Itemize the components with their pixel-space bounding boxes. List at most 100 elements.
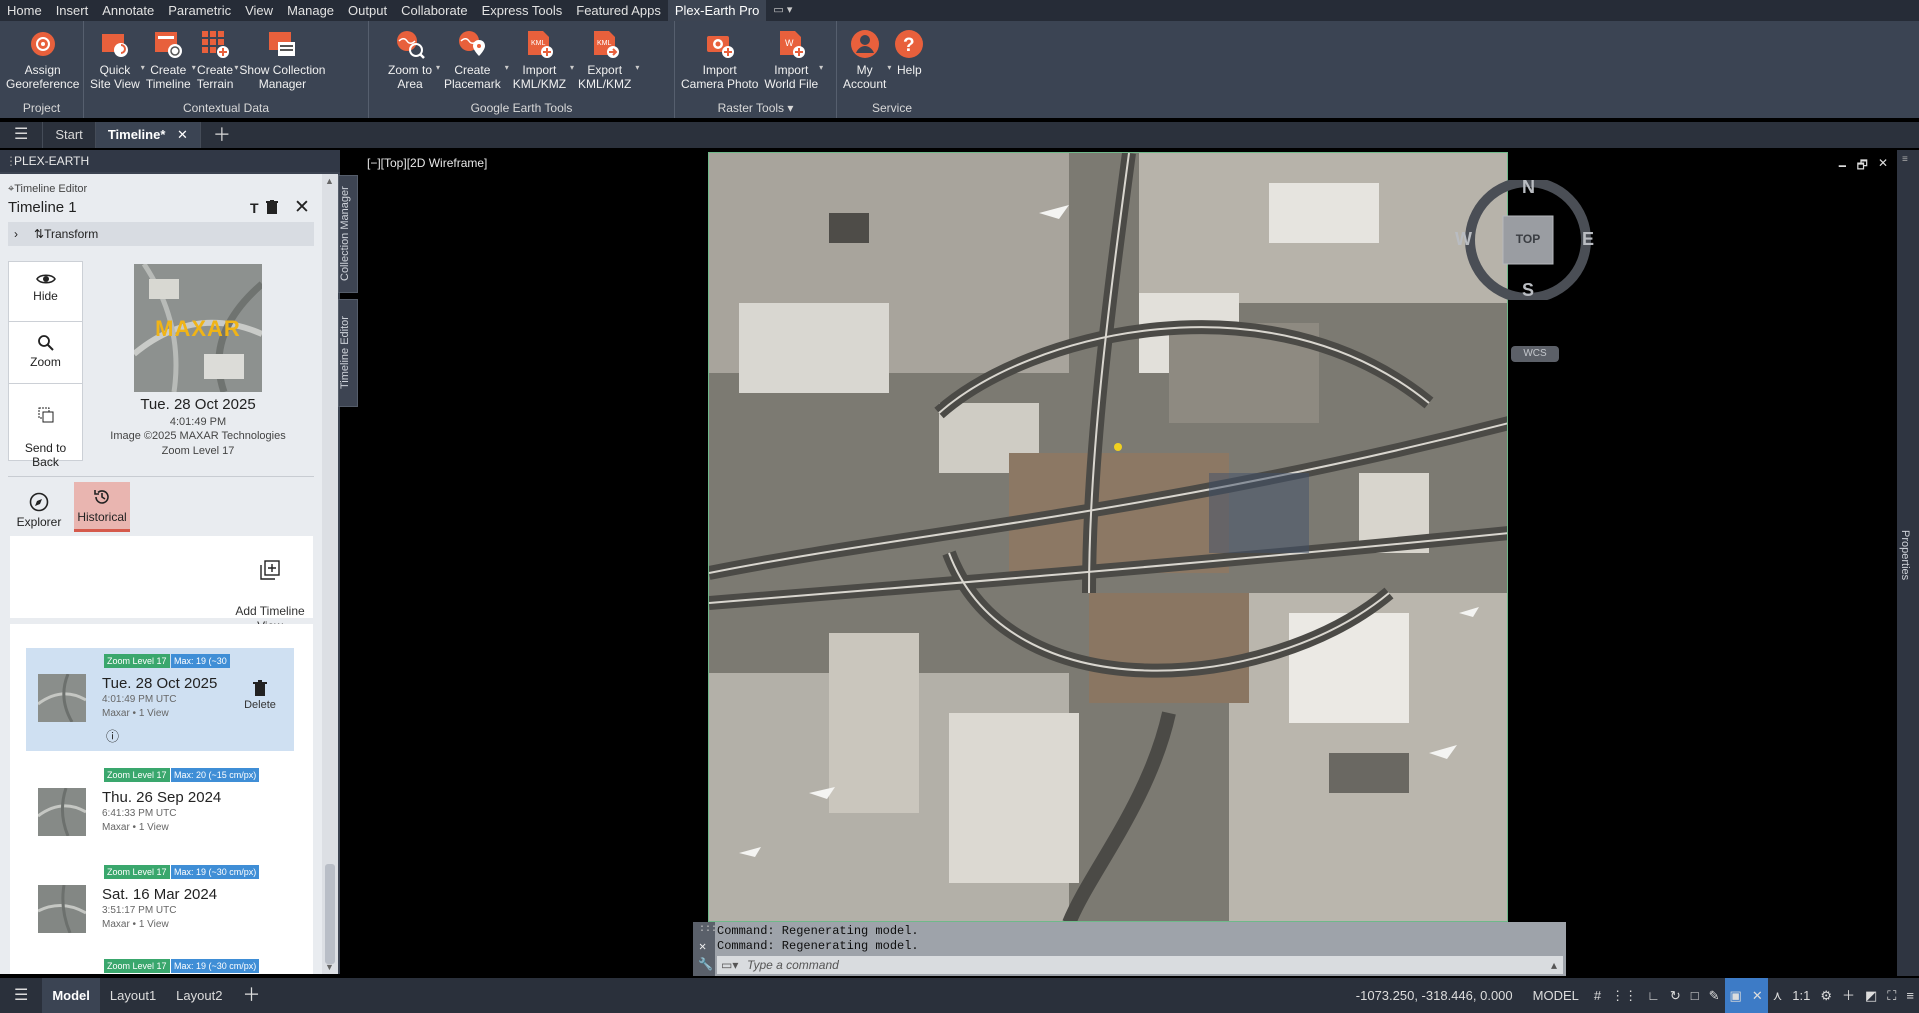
chevron-down-icon[interactable]: ▼: [325, 962, 334, 972]
compass-south[interactable]: S: [1522, 280, 1534, 301]
send-to-back-button[interactable]: Send to Back: [9, 384, 82, 469]
fullscreen-icon[interactable]: ⛶: [1882, 978, 1901, 1013]
timeline-item-selected[interactable]: Zoom Level 17 Max: 19 (~30 Tue. 28 Oct 2…: [26, 648, 294, 751]
minimize-icon[interactable]: 🗕: [1838, 156, 1847, 177]
scrollbar-thumb[interactable]: [325, 864, 335, 964]
osnap-icon[interactable]: □: [1686, 978, 1704, 1013]
import-world-file-button[interactable]: W Import World File ▾: [761, 23, 823, 91]
menu-annotate[interactable]: Annotate: [95, 0, 161, 21]
timeline-item[interactable]: Zoom Level 17 Max: 19 (~30 cm/px): [26, 956, 294, 974]
app-menu-button[interactable]: ☰: [0, 122, 44, 148]
menu-manage[interactable]: Manage: [280, 0, 341, 21]
lineweight-icon[interactable]: ✎: [1704, 978, 1725, 1013]
tab-start[interactable]: Start: [43, 122, 96, 148]
info-icon[interactable]: ⓘ: [106, 726, 119, 745]
command-prompt-icon[interactable]: ▭▾: [721, 956, 738, 974]
menu-plex-earth-pro[interactable]: Plex-Earth Pro: [667, 0, 767, 21]
import-camera-photo-button[interactable]: Import Camera Photo: [678, 23, 761, 91]
menu-express-tools[interactable]: Express Tools: [475, 0, 570, 21]
grid-icon[interactable]: #: [1589, 978, 1606, 1013]
export-kml-button[interactable]: KML Export KML/KMZ ▾: [572, 23, 639, 91]
close-icon[interactable]: ✕: [1878, 156, 1888, 177]
close-icon[interactable]: ✕: [699, 939, 706, 954]
import-kml-button[interactable]: KML Import KML/KMZ ▾: [507, 23, 574, 91]
transform-row[interactable]: › ⇅Transform: [8, 222, 314, 246]
menu-home[interactable]: Home: [0, 0, 49, 21]
command-input[interactable]: ▭▾ Type a command ▴: [717, 956, 1563, 974]
menu-parametric[interactable]: Parametric: [161, 0, 238, 21]
quick-site-view-button[interactable]: Quick Site View ▾: [87, 23, 145, 91]
explorer-button[interactable]: Explorer: [12, 486, 66, 540]
menu-featured-apps[interactable]: Featured Apps: [569, 0, 668, 21]
tab-collection-manager[interactable]: Collection Manager: [338, 175, 358, 293]
wcs-menu[interactable]: WCS: [1511, 346, 1559, 362]
show-collection-manager-button[interactable]: Show Collection Manager: [236, 23, 328, 91]
my-account-button[interactable]: My Account ▾: [840, 23, 891, 91]
command-line-grip[interactable]: :::: ✕ 🔧: [693, 922, 723, 976]
max-badge: Max: 19 (~30 cm/px): [171, 959, 260, 973]
create-timeline-button[interactable]: Create Timeline ▾: [143, 23, 196, 91]
tab-model[interactable]: Model: [42, 978, 100, 1013]
menu-view[interactable]: View: [238, 0, 280, 21]
close-icon[interactable]: ✕: [177, 127, 188, 142]
drawing-viewport[interactable]: [−][Top][2D Wireframe] 🗕 🗗 ✕ N S E W TOP…: [363, 150, 1894, 976]
rename-icon[interactable]: T: [250, 200, 259, 216]
assign-georeference-button[interactable]: Assign Georeference: [3, 23, 82, 91]
chevron-up-icon[interactable]: ▲: [325, 176, 334, 186]
palette-header[interactable]: ⋮ PLEX-EARTH: [0, 150, 340, 172]
menu-output[interactable]: Output: [341, 0, 394, 21]
tab-timeline[interactable]: Timeline* ✕: [95, 122, 201, 148]
panel-title-raster-tools[interactable]: Raster Tools ▾: [675, 101, 836, 115]
annotation-scale-icon[interactable]: ⋏: [1768, 978, 1788, 1013]
zoom-button[interactable]: Zoom: [9, 322, 82, 384]
menu-collaborate[interactable]: Collaborate: [394, 0, 475, 21]
customize-icon[interactable]: 🔧: [698, 957, 713, 972]
annotation-scale-value[interactable]: 1:1: [1787, 978, 1815, 1013]
chevron-down-icon[interactable]: ▾: [819, 61, 823, 75]
tab-properties[interactable]: Properties: [1899, 530, 1911, 580]
compass-east[interactable]: E: [1582, 229, 1594, 250]
menu-overflow-dropdown[interactable]: ▭ ▾: [766, 0, 799, 21]
create-terrain-button[interactable]: Create Terrain ▾: [194, 23, 238, 91]
settings-icon[interactable]: ⚙: [1815, 978, 1837, 1013]
model-space-toggle[interactable]: MODEL: [1523, 978, 1589, 1013]
polar-icon[interactable]: ↻: [1665, 978, 1686, 1013]
isolate-icon[interactable]: ◩: [1860, 978, 1882, 1013]
chevron-up-icon[interactable]: ▴: [1551, 956, 1557, 974]
new-tab-button[interactable]: ＋: [201, 122, 243, 148]
hide-button[interactable]: Hide: [9, 262, 82, 322]
zoom-to-area-button[interactable]: Zoom to Area ▾: [382, 23, 440, 91]
selection-cycling-icon[interactable]: ▣: [1724, 978, 1747, 1013]
chevron-down-icon[interactable]: ▾: [635, 61, 639, 75]
tab-layout1[interactable]: Layout1: [100, 978, 166, 1013]
compass-west[interactable]: W: [1455, 229, 1472, 250]
timeline-item[interactable]: Zoom Level 17 Max: 20 (~15 cm/px) Thu. 2…: [26, 762, 294, 865]
status-menu-button[interactable]: ☰: [0, 978, 42, 1013]
viewcube-top-face[interactable]: TOP: [1503, 232, 1553, 246]
new-layout-button[interactable]: ＋: [232, 978, 270, 1013]
trash-icon[interactable]: [266, 200, 278, 217]
crosshair-icon[interactable]: ＋: [1837, 978, 1860, 1013]
menu-insert[interactable]: Insert: [49, 0, 96, 21]
tab-timeline-editor[interactable]: Timeline Editor: [338, 299, 358, 407]
menu-icon[interactable]: ≡: [1902, 154, 1908, 165]
tab-layout2[interactable]: Layout2: [166, 978, 232, 1013]
customize-menu-icon[interactable]: ≡: [1901, 978, 1919, 1013]
delete-button[interactable]: Delete: [240, 680, 280, 711]
annotation-visibility-icon[interactable]: ✕: [1746, 978, 1768, 1013]
ortho-icon[interactable]: ∟: [1642, 978, 1665, 1013]
coordinates-readout[interactable]: -1073.250, -318.446, 0.000: [1346, 978, 1523, 1013]
timeline-item-date: Sat. 16 Mar 2024: [102, 886, 218, 903]
timeline-item[interactable]: Zoom Level 17 Max: 19 (~30 cm/px) Sat. 1…: [26, 859, 294, 962]
close-icon[interactable]: ✕: [294, 196, 310, 219]
palette-scrollbar[interactable]: ▲ ▼: [322, 174, 338, 974]
snap-icon[interactable]: ⋮⋮: [1606, 978, 1642, 1013]
viewport-controls-label[interactable]: [−][Top][2D Wireframe]: [367, 156, 487, 170]
historical-button[interactable]: Historical: [74, 482, 130, 532]
restore-icon[interactable]: 🗗: [1857, 156, 1868, 177]
create-placemark-button[interactable]: Create Placemark ▾: [438, 23, 509, 91]
viewcube[interactable]: N S E W TOP: [1455, 177, 1598, 303]
compass-icon: [12, 492, 66, 515]
compass-north[interactable]: N: [1522, 177, 1535, 198]
help-button[interactable]: ? Help: [889, 23, 929, 77]
